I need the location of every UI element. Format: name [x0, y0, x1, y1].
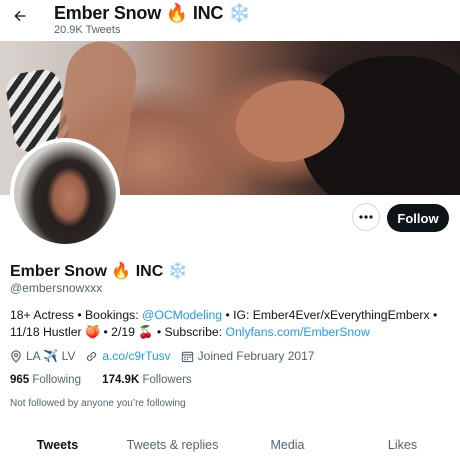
bio-url-link[interactable]: Onlyfans.com/EmberSnow	[225, 325, 369, 339]
tab-media[interactable]: Media	[230, 428, 345, 460]
following-label: Following	[32, 374, 81, 386]
tab-likes[interactable]: Likes	[345, 428, 460, 460]
follow-button[interactable]: Follow	[387, 204, 449, 232]
page-title: Ember Snow 🔥 INC ❄️	[54, 3, 251, 23]
location: LA ✈️ LV	[10, 349, 75, 363]
calendar-icon	[181, 351, 193, 362]
join-date-text: Joined February 2017	[197, 349, 315, 363]
back-button[interactable]	[8, 4, 32, 28]
bio-text: 18+ Actress • Bookings:	[10, 308, 142, 322]
profile-tabs: Tweets Tweets & replies Media Likes	[0, 428, 460, 460]
username: @embersnowxxx	[10, 281, 103, 295]
join-date: Joined February 2017	[181, 349, 315, 363]
avatar[interactable]	[10, 138, 120, 248]
follow-stats: 965 Following 174.9K Followers	[10, 374, 210, 386]
website[interactable]: a.co/c9rTusv	[85, 349, 171, 363]
followers-count: 174.9K	[102, 374, 140, 386]
location-text: LA ✈️ LV	[26, 349, 76, 363]
location-pin-icon	[11, 349, 21, 363]
tab-tweets[interactable]: Tweets	[0, 428, 115, 460]
not-followed-note: Not followed by anyone you’re following	[10, 398, 186, 409]
display-name: Ember Snow 🔥 INC ❄️	[10, 263, 188, 280]
following-link[interactable]: 965 Following	[10, 374, 81, 386]
bio: 18+ Actress • Bookings: @OCModeling • IG…	[10, 307, 455, 341]
tab-tweets-replies[interactable]: Tweets & replies	[115, 428, 230, 460]
ellipsis-icon	[359, 215, 373, 219]
top-bar: Ember Snow 🔥 INC ❄️ 20.9K Tweets	[0, 0, 460, 41]
followers-label: Followers	[142, 374, 192, 386]
bio-mention-link[interactable]: @OCModeling	[142, 308, 222, 322]
followers-link[interactable]: 174.9K Followers	[102, 374, 192, 386]
link-icon	[87, 351, 97, 361]
website-link[interactable]: a.co/c9rTusv	[102, 349, 170, 363]
profile-meta: LA ✈️ LV a.co/c9rTusv Joined February 20…	[10, 347, 324, 365]
more-options-button[interactable]	[352, 203, 380, 231]
tweet-count: 20.9K Tweets	[54, 24, 121, 36]
following-count: 965	[10, 374, 30, 386]
arrow-left-icon	[14, 10, 26, 22]
